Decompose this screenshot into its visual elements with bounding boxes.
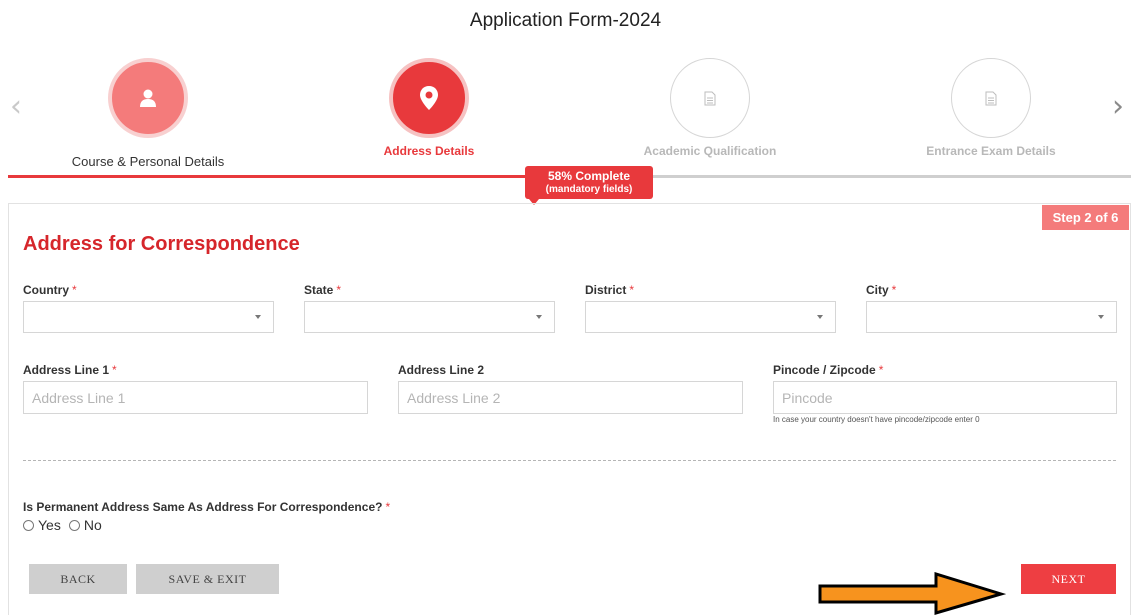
next-button[interactable]: NEXT <box>1021 564 1116 594</box>
user-icon <box>108 58 188 138</box>
step-label: Academic Qualification <box>643 144 777 158</box>
radio-circle-icon[interactable] <box>23 519 34 531</box>
country-label: Country * <box>23 283 77 297</box>
radio-label-no: No <box>83 517 102 533</box>
chevron-down-icon <box>255 315 261 319</box>
state-select[interactable] <box>304 301 555 333</box>
progress-text: 58% Complete <box>547 169 631 183</box>
step-label: Address Details <box>383 144 475 158</box>
step-address-details[interactable]: Address Details <box>309 58 549 158</box>
state-label-text: State <box>304 283 334 297</box>
address-line-1-input[interactable] <box>23 381 368 414</box>
section-divider <box>23 460 1116 461</box>
address-line-2-label-text: Address Line 2 <box>398 363 485 377</box>
city-label: City * <box>866 283 896 297</box>
country-label-text: Country <box>23 283 69 297</box>
address-line-1-label-text: Address Line 1 <box>23 363 110 377</box>
next-step-arrow-icon[interactable]: › <box>1112 92 1124 122</box>
section-title: Address for Correspondence <box>23 233 300 255</box>
annotation-arrow-icon <box>818 572 1006 615</box>
chevron-down-icon <box>817 315 823 319</box>
chevron-down-icon <box>536 315 542 319</box>
country-select[interactable] <box>23 301 274 333</box>
radio-option-no[interactable]: No <box>68 517 102 533</box>
pincode-input[interactable] <box>773 381 1117 414</box>
progress-badge: 58% Complete (mandatory fields) <box>525 166 653 205</box>
radio-option-yes[interactable]: Yes <box>23 517 61 533</box>
back-button[interactable]: BACK <box>29 564 127 594</box>
pincode-hint: In case your country doesn't have pincod… <box>773 415 980 424</box>
step-entrance-exam-details[interactable]: Entrance Exam Details <box>871 58 1111 158</box>
pincode-label: Pincode / Zipcode * <box>773 363 883 377</box>
save-exit-button[interactable]: SAVE & EXIT <box>136 564 279 594</box>
required-asterisk: * <box>385 500 391 514</box>
step-label: Entrance Exam Details <box>926 144 1056 158</box>
radio-circle-icon[interactable] <box>68 519 80 531</box>
required-asterisk: * <box>878 363 884 377</box>
prev-step-arrow-icon[interactable]: ‹ <box>10 92 22 122</box>
district-label: District * <box>585 283 634 297</box>
question-text: Is Permanent Address Same As Address For… <box>23 500 383 514</box>
map-pin-icon <box>389 58 469 138</box>
permanent-address-radio-group: Yes No <box>23 517 110 533</box>
progress-subtext: (mandatory fields) <box>545 184 633 195</box>
chevron-down-icon <box>1098 315 1104 319</box>
step-academic-qualification[interactable]: Academic Qualification <box>590 58 830 158</box>
radio-label-yes: Yes <box>38 517 61 533</box>
required-asterisk: * <box>336 283 342 297</box>
city-label-text: City <box>866 283 889 297</box>
page-title: Application Form-2024 <box>469 10 662 31</box>
step-count-badge: Step 2 of 6 <box>1042 205 1129 230</box>
required-asterisk: * <box>891 283 897 297</box>
state-label: State * <box>304 283 341 297</box>
address-line-1-label: Address Line 1 * <box>23 363 117 377</box>
required-asterisk: * <box>112 363 117 377</box>
district-label-text: District <box>585 283 627 297</box>
document-icon <box>951 58 1031 138</box>
address-line-2-input[interactable] <box>398 381 743 414</box>
progress-bar-fill <box>8 175 614 178</box>
step-label: Course & Personal Details <box>71 154 225 169</box>
required-asterisk: * <box>629 283 635 297</box>
address-line-2-label: Address Line 2 <box>398 363 484 377</box>
district-select[interactable] <box>585 301 836 333</box>
required-asterisk: * <box>72 283 77 297</box>
document-icon <box>670 58 750 138</box>
city-select[interactable] <box>866 301 1117 333</box>
permanent-address-question: Is Permanent Address Same As Address For… <box>23 500 390 514</box>
step-course-personal-details[interactable]: Course & Personal Details <box>28 58 268 169</box>
pincode-label-text: Pincode / Zipcode <box>773 363 876 377</box>
